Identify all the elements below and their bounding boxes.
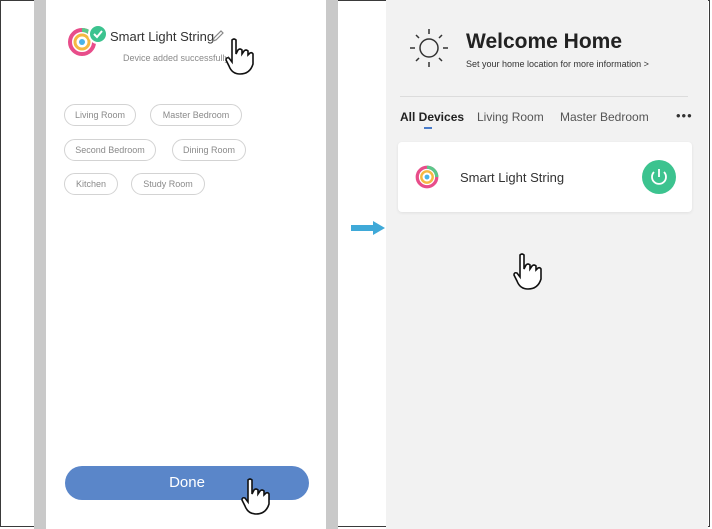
room-chip-kitchen[interactable]: Kitchen: [64, 173, 118, 195]
room-chip-second-bedroom[interactable]: Second Bedroom: [64, 139, 156, 161]
sun-weather-icon: [405, 25, 453, 76]
pointing-hand-icon: [236, 474, 276, 523]
tab-master-bedroom[interactable]: Master Bedroom: [560, 110, 649, 124]
left-screen-edge: [34, 0, 46, 529]
room-chip-master-bedroom[interactable]: Master Bedroom: [150, 104, 242, 126]
power-icon: [651, 169, 667, 185]
more-tabs-button[interactable]: •••: [676, 108, 693, 123]
divider: [400, 96, 688, 97]
room-chip-dining-room[interactable]: Dining Room: [172, 139, 246, 161]
tab-living-room[interactable]: Living Room: [477, 110, 544, 124]
set-location-link[interactable]: Set your home location for more informat…: [466, 59, 649, 69]
light-string-icon: [414, 164, 440, 195]
left-screen-edge-right: [326, 0, 338, 529]
room-chip-living-room[interactable]: Living Room: [64, 104, 136, 126]
device-added-status: Device added successfully: [123, 53, 230, 63]
pointing-hand-icon: [508, 250, 548, 297]
room-chip-study-room[interactable]: Study Room: [131, 173, 205, 195]
page-title: Welcome Home: [466, 30, 622, 53]
pointing-hand-icon: [220, 36, 260, 81]
power-button[interactable]: [642, 160, 676, 194]
add-device-screen: [46, 0, 326, 529]
tab-all-devices[interactable]: All Devices: [400, 110, 464, 124]
active-tab-indicator: [424, 127, 432, 129]
success-check-icon: [88, 24, 108, 44]
device-name: Smart Light String: [110, 29, 215, 44]
transition-arrow-icon: [351, 220, 387, 241]
device-card-name: Smart Light String: [460, 170, 565, 185]
